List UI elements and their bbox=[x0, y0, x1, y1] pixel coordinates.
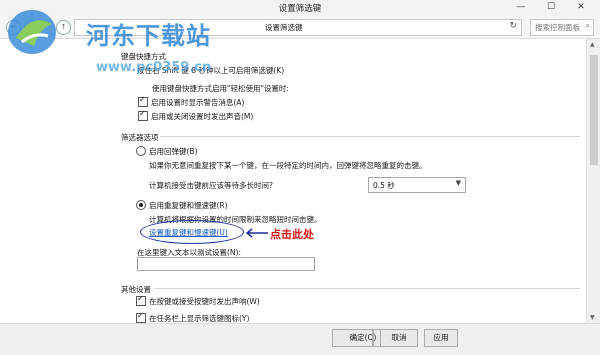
taskbar-icon-checkbox[interactable] bbox=[136, 311, 146, 323]
keypress-sound-label[interactable]: 在按键或接受按键时发出声响(W) bbox=[149, 296, 260, 307]
bounce-keys-radio[interactable] bbox=[136, 146, 146, 156]
warning-message-checkbox[interactable] bbox=[138, 95, 148, 107]
vertical-scrollbar[interactable]: ▲ ▼ bbox=[586, 39, 600, 323]
search-icon[interactable]: ⌕ bbox=[586, 21, 590, 31]
section-divider bbox=[160, 136, 580, 137]
bounce-keys-label[interactable]: 启用回弹键(B) bbox=[149, 146, 198, 157]
search-placeholder: 搜索控制面板 bbox=[535, 23, 580, 32]
breadcrumb[interactable]: 设置筛选键 bbox=[265, 22, 303, 33]
close-button[interactable]: ✕ bbox=[570, 0, 592, 14]
shortcut-subheading: 使用键盘快捷方式启用"轻松使用"设置时: bbox=[152, 84, 289, 93]
watermark-title: 河东下载站 bbox=[86, 22, 211, 50]
scroll-up-icon[interactable]: ▲ bbox=[590, 41, 595, 48]
minimize-button[interactable]: — bbox=[510, 0, 532, 14]
title-bar: 设置筛选键 — ☐ ✕ bbox=[0, 0, 600, 16]
repeat-keys-label[interactable]: 启用重复键和慢速键(R) bbox=[149, 200, 228, 211]
sound-on-toggle-label[interactable]: 启用或关闭设置时发出声音(M) bbox=[151, 111, 253, 122]
warning-message-label[interactable]: 启用设置时显示警告消息(A) bbox=[151, 97, 244, 108]
chevron-down-icon: ▼ bbox=[455, 179, 461, 187]
sound-on-toggle-checkbox[interactable] bbox=[138, 109, 148, 121]
annotation-text: 点击此处 bbox=[270, 228, 314, 241]
repeat-keys-radio[interactable] bbox=[136, 200, 146, 210]
scroll-down-icon[interactable]: ▼ bbox=[590, 314, 595, 321]
filter-options-header: 筛选器选项 bbox=[121, 133, 159, 142]
maximize-button[interactable]: ☐ bbox=[540, 0, 562, 14]
wait-time-value: 0.5 秒 bbox=[373, 181, 395, 190]
wait-time-label: 计算机接受击键前应该等待多长时间? bbox=[149, 181, 273, 190]
repeat-keys-settings-link[interactable]: 设置重复键和慢速键(U) bbox=[149, 227, 228, 238]
refresh-icon[interactable]: ↻ bbox=[509, 21, 517, 31]
cancel-button[interactable]: 取消 bbox=[380, 329, 418, 347]
scroll-thumb[interactable] bbox=[590, 55, 598, 165]
settings-panel: 键盘快捷方式 按住右 Shift 键 8 秒钟以上可启用筛选键(K) 使用键盘快… bbox=[0, 39, 586, 323]
apply-button[interactable]: 应用 bbox=[424, 329, 458, 347]
dialog-footer: 确定(O) 取消 应用 bbox=[0, 323, 600, 355]
keypress-sound-checkbox[interactable] bbox=[136, 294, 146, 306]
test-input-field[interactable] bbox=[137, 257, 315, 271]
watermark-url: www.pc0359.cn bbox=[96, 60, 212, 75]
watermark-logo-icon bbox=[8, 10, 56, 54]
wait-time-select[interactable]: 0.5 秒 ▼ bbox=[368, 177, 466, 193]
section-divider bbox=[154, 288, 580, 289]
other-settings-header: 其他设置 bbox=[121, 285, 151, 294]
search-input[interactable]: 搜索控制面板 ⌕ bbox=[530, 19, 594, 36]
bounce-keys-description: 如果你无意间重复按下某一个键，在一段特定的时间内，回弹键将忽略重复的击键。 bbox=[149, 161, 427, 170]
annotation-arrow-icon bbox=[245, 228, 268, 238]
